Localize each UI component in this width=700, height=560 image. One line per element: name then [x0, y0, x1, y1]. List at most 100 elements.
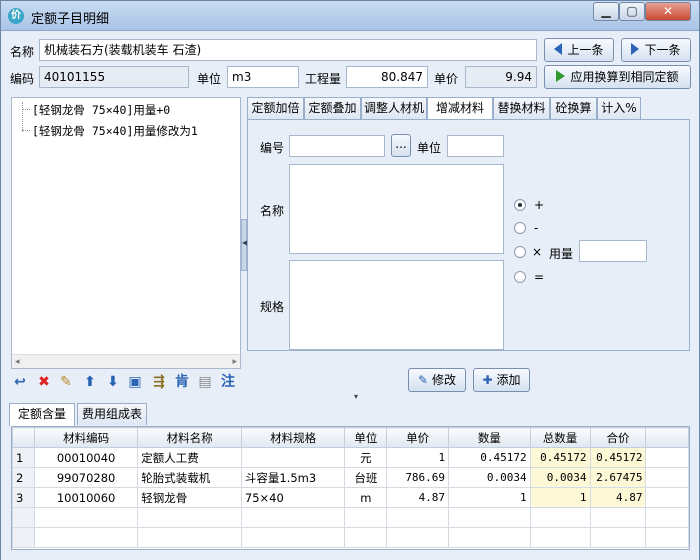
column-header[interactable]: 单位 — [344, 427, 388, 448]
modify-button[interactable]: ✎ 修改 — [408, 368, 466, 392]
tree-item[interactable]: [轻钢龙骨 75×40]用量修改为1 — [32, 123, 198, 139]
price-input[interactable]: 9.94 — [465, 66, 537, 88]
note-icon[interactable]: 肯 — [173, 373, 191, 391]
maximize-button[interactable]: ▢ — [619, 2, 645, 21]
table-cell-qty[interactable]: 1 — [448, 487, 531, 508]
column-header[interactable]: 材料名称 — [137, 427, 242, 448]
title-bar[interactable]: 价 定额子目明细 ▁ ▢ ✕ — [1, 1, 699, 31]
apply-same-quota-button[interactable]: 应用换算到相同定额 — [544, 65, 691, 89]
panel-code-input[interactable] — [289, 135, 385, 157]
delete-icon[interactable]: ✖ — [35, 373, 53, 391]
table-cell-spec[interactable]: 斗容量1.5m3 — [240, 467, 346, 488]
table-cell-name[interactable]: 定额人工费 — [137, 447, 242, 468]
annotate-icon[interactable]: 注 — [219, 373, 237, 391]
bottom-tab-1[interactable]: 费用组成表 — [77, 403, 147, 425]
table-row[interactable]: 3 10010060 轻钢龙骨 75×40 m 4.87 1 1 4.87 — [12, 487, 689, 508]
bottom-tab-0[interactable]: 定额含量 — [9, 403, 75, 426]
panel-name-textarea[interactable] — [289, 164, 504, 254]
tab-0[interactable]: 定额加倍 — [247, 97, 304, 119]
panel-code-label: 编号 — [260, 141, 285, 155]
table-cell-unit[interactable]: 台班 — [344, 467, 388, 488]
tab-2[interactable]: 调整人材机 — [361, 97, 427, 119]
table-cell-n[interactable]: 1 — [12, 447, 35, 468]
table-cell-spec[interactable]: 75×40 — [240, 487, 346, 508]
tab-3[interactable]: 增减材料 — [427, 97, 493, 120]
table-cell-total[interactable]: 0.0034 — [529, 467, 591, 488]
table-cell-amount[interactable]: 4.87 — [589, 487, 647, 508]
table-cell-amount[interactable]: 2.67475 — [589, 467, 647, 488]
empty-cell — [589, 527, 647, 548]
table-cell-amount[interactable]: 0.45172 — [589, 447, 647, 468]
panel-spec-textarea[interactable] — [289, 260, 504, 350]
table-cell-price[interactable]: 786.69 — [386, 467, 450, 488]
table-cell-filler — [645, 487, 689, 508]
prev-button[interactable]: 上一条 — [544, 38, 614, 62]
table-cell-price[interactable]: 4.87 — [386, 487, 450, 508]
table-cell-n[interactable]: 3 — [12, 487, 35, 508]
adjustment-tree[interactable]: [轻钢龙骨 75×40]用量+0 [轻钢龙骨 75×40]用量修改为1 ◂ ▸ — [11, 97, 241, 369]
next-button[interactable]: 下一条 — [621, 38, 691, 62]
table-row[interactable]: 1 00010040 定额人工费元 1 0.45172 0.45172 0.45172 — [12, 447, 689, 468]
move-down-icon[interactable]: ⬇ — [104, 373, 122, 391]
table-cell-total[interactable]: 0.45172 — [529, 447, 591, 468]
add-button[interactable]: ✚ 添加 — [473, 368, 530, 392]
column-header[interactable]: 数量 — [448, 427, 531, 448]
column-header[interactable]: 总数量 — [529, 427, 591, 448]
minimize-button[interactable]: ▁ — [593, 2, 619, 21]
scroll-left-icon[interactable]: ◂ — [15, 355, 20, 369]
table-cell-name[interactable]: 轮胎式装载机 — [137, 467, 242, 488]
usage-input[interactable] — [579, 240, 647, 262]
panel-unit-input[interactable] — [447, 135, 504, 157]
table-cell-code[interactable]: 00010040 — [33, 447, 139, 468]
table-cell-unit[interactable]: m — [344, 487, 388, 508]
code-input[interactable]: 40101155 — [39, 66, 189, 88]
code-label: 编码 — [10, 72, 35, 86]
name-input[interactable]: 机械装石方(装载机装车 石渣) — [39, 39, 537, 61]
close-button[interactable]: ✕ — [645, 2, 691, 21]
radio-plus[interactable] — [514, 199, 526, 211]
unit-input[interactable]: m3 — [227, 66, 299, 88]
column-header[interactable]: 单价 — [386, 427, 450, 448]
tab-5[interactable]: 砼换算 — [550, 97, 597, 119]
table-cell-code[interactable]: 99070280 — [33, 467, 139, 488]
empty-row — [12, 507, 689, 528]
radio-equal[interactable] — [514, 271, 526, 283]
column-header[interactable] — [12, 427, 35, 448]
collapse-panel-icon[interactable]: ▾ — [341, 393, 371, 401]
material-grid[interactable]: 材料编码 材料名称 材料规格 单位 单价 数量 总数量 合价 1 00010040 定额人工费元 1… — [11, 426, 690, 550]
column-header[interactable]: 合价 — [589, 427, 647, 448]
undo-icon[interactable]: ↩ — [11, 373, 29, 391]
table-row[interactable]: 2 99070280 轮胎式装载机 斗容量1.5m3 台班 786.69 0.0034 0.0… — [12, 467, 689, 488]
tree-item[interactable]: [轻钢龙骨 75×40]用量+0 — [32, 102, 170, 118]
scroll-right-icon[interactable]: ▸ — [232, 355, 237, 369]
radio-equal-label: = — [534, 270, 545, 284]
save-icon[interactable]: ▣ — [126, 373, 144, 391]
column-header[interactable]: 材料规格 — [240, 427, 346, 448]
browse-button[interactable]: ... — [391, 134, 411, 157]
tab-1[interactable]: 定额叠加 — [304, 97, 361, 119]
tree-horizontal-scrollbar[interactable]: ◂ ▸ — [12, 354, 240, 368]
table-cell-name[interactable]: 轻钢龙骨 — [137, 487, 242, 508]
table-cell-code[interactable]: 10010060 — [33, 487, 139, 508]
tab-6[interactable]: 计入% — [597, 97, 641, 119]
next-label: 下一条 — [644, 43, 681, 57]
quantity-input[interactable]: 80.847 — [346, 66, 428, 88]
table-cell-unit[interactable]: 元 — [344, 447, 388, 468]
broom-icon[interactable]: ✎ — [57, 373, 75, 391]
table-cell-price[interactable]: 1 — [386, 447, 450, 468]
table-cell-spec[interactable] — [240, 447, 346, 468]
replace-icon[interactable]: ⇶ — [150, 373, 168, 391]
radio-multiply-label: × — [532, 245, 543, 259]
radio-multiply[interactable] — [514, 246, 526, 258]
table-cell-n[interactable]: 2 — [12, 467, 35, 488]
table-cell-qty[interactable]: 0.45172 — [448, 447, 531, 468]
dialog-window: 价 定额子目明细 ▁ ▢ ✕ 名称 机械装石方(装载机装车 石渣) 上一条 下一… — [0, 0, 700, 560]
table-cell-qty[interactable]: 0.0034 — [448, 467, 531, 488]
column-header[interactable]: 材料编码 — [33, 427, 139, 448]
copy-icon[interactable]: ▤ — [196, 373, 214, 391]
move-up-icon[interactable]: ⬆ — [81, 373, 99, 391]
tab-4[interactable]: 替换材料 — [493, 97, 550, 119]
radio-minus[interactable] — [514, 222, 526, 234]
tree-guide — [22, 109, 30, 110]
table-cell-total[interactable]: 1 — [529, 487, 591, 508]
